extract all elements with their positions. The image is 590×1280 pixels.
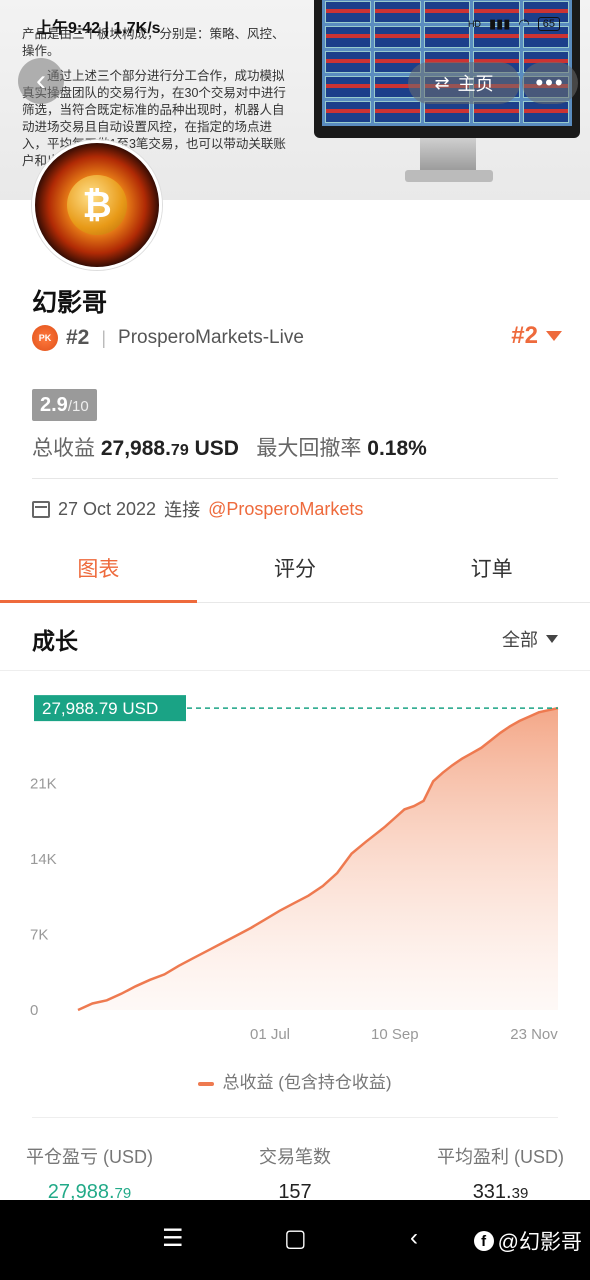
broker-name: ProsperoMarkets-Live	[118, 327, 304, 348]
connect-info: 27 Oct 2022 连接 @ProsperoMarkets	[32, 496, 363, 522]
calendar-icon	[32, 500, 50, 518]
section-divider	[32, 478, 558, 479]
monitor-base	[405, 170, 493, 182]
pk-flame-icon: PK	[32, 325, 58, 351]
total-profit-value: 27,988.	[100, 437, 171, 460]
x-tick-label: 23 Nov	[510, 1026, 558, 1043]
more-icon: •••	[535, 70, 565, 95]
signal-icon: ▮▮▮	[488, 16, 511, 31]
avg-profit-stat: 平均盈利 (USD) 331.39	[437, 1147, 564, 1203]
broker-handle-link[interactable]: @ProsperoMarkets	[208, 499, 363, 520]
closed-pnl-stat: 平仓盈亏 (USD) 27,988.79	[26, 1147, 153, 1203]
current-value-label: 27,988.79 USD	[42, 699, 158, 718]
swap-icon: ⇄	[434, 72, 450, 93]
home-square-icon[interactable]: ▢	[284, 1224, 307, 1253]
trade-count-stat: 交易笔数 157	[259, 1147, 331, 1203]
section-divider	[0, 670, 590, 671]
score-badge: 2.9 /10	[32, 389, 97, 421]
x-tick-label: 10 Sep	[371, 1026, 419, 1043]
avatar[interactable]: ₿	[32, 140, 162, 270]
tab-bar: 图表 评分 订单	[0, 540, 590, 603]
wifi-icon: ◠	[518, 16, 530, 31]
x-tick-label: 01 Jul	[250, 1026, 290, 1043]
menu-icon[interactable]: ☰	[162, 1224, 184, 1253]
battery-icon: 65	[537, 17, 560, 31]
home-button[interactable]: ⇄ 主页	[408, 62, 520, 104]
y-tick-label: 14K	[30, 851, 57, 868]
monitor-stand	[420, 138, 476, 172]
area-fill	[78, 708, 558, 1010]
caret-down-icon	[546, 635, 558, 643]
bitcoin-icon: ₿	[67, 175, 127, 235]
more-button[interactable]: •••	[522, 62, 578, 104]
profile-name: 幻影哥	[32, 289, 108, 317]
status-bar-icons: HD ▮▮▮ ◠ 65	[468, 16, 560, 32]
watermark: f @幻影哥	[473, 1226, 582, 1256]
back-button[interactable]: ‹	[18, 58, 64, 104]
period-filter-dropdown[interactable]: 全部	[502, 626, 558, 652]
y-tick-label: 0	[30, 1002, 38, 1019]
hd-icon: HD	[467, 19, 481, 29]
rank-badge: #2	[66, 326, 90, 349]
tab-rating[interactable]: 评分	[197, 540, 394, 602]
summary-stats: 平仓盈亏 (USD) 27,988.79 交易笔数 157 平均盈利 (USD)…	[0, 1143, 590, 1204]
chart-legend: 总收益 (包含持仓收益)	[0, 1068, 590, 1093]
growth-chart: 21K 14K 7K 0 01 Jul 10 Sep 23 Nov 27,988.79 USD	[30, 695, 559, 1043]
facebook-icon: f	[473, 1231, 494, 1251]
status-bar-time: 上午9:42 | 1.7K/s	[36, 20, 161, 37]
system-nav-bar: ☰ ▢ ‹ f @幻影哥	[0, 1200, 590, 1280]
y-tick-label: 21K	[30, 776, 57, 793]
section-divider	[32, 1117, 558, 1118]
rank-dropdown[interactable]: #2	[511, 322, 562, 350]
tab-orders[interactable]: 订单	[393, 540, 590, 602]
legend-swatch	[198, 1081, 215, 1086]
chevron-left-icon: ‹	[36, 64, 46, 97]
max-drawdown-value: 0.18%	[367, 437, 427, 460]
caret-down-icon	[546, 331, 562, 341]
y-tick-label: 7K	[30, 927, 48, 944]
growth-title: 成长	[32, 628, 78, 654]
back-arrow-icon[interactable]: ‹	[410, 1224, 418, 1252]
tab-chart[interactable]: 图表	[0, 540, 197, 603]
divider: |	[101, 327, 107, 348]
rank-row: PK #2 | ProsperoMarkets-Live #2	[32, 322, 562, 354]
profit-stats: 总收益 27,988.79 USD 最大回撤率 0.18%	[32, 437, 427, 460]
